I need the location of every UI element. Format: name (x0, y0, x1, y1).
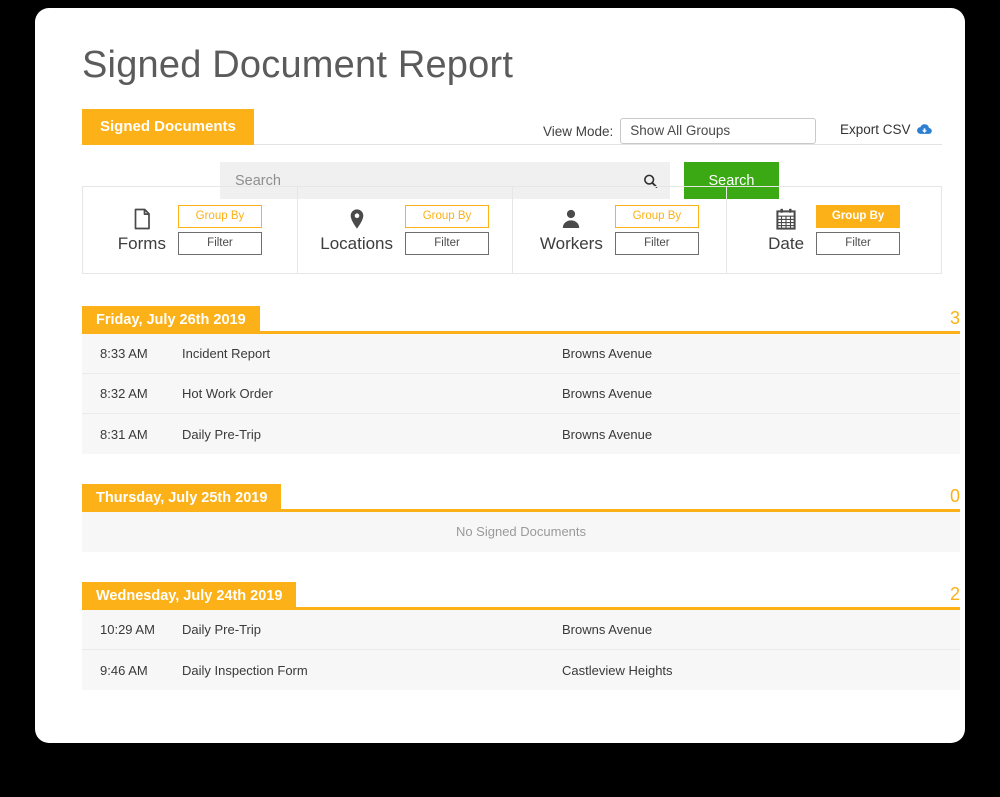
group-header: Friday, July 26th 2019 3 (82, 306, 965, 334)
facet-date-label: Date (768, 234, 804, 254)
row-location: Browns Avenue (562, 427, 960, 442)
report-card: Signed Document Report Signed Documents … (35, 8, 965, 743)
group-body: 8:33 AMIncident ReportBrowns Avenue8:32 … (82, 334, 960, 454)
group-count: 2 (950, 585, 960, 603)
table-row[interactable]: 8:32 AMHot Work OrderBrowns Avenue (82, 374, 960, 414)
facet-locations: Locations Group By Filter (297, 187, 512, 273)
row-form-name: Hot Work Order (182, 386, 562, 401)
facet-date-filter-button[interactable]: Filter (816, 232, 900, 255)
table-row[interactable]: 8:33 AMIncident ReportBrowns Avenue (82, 334, 960, 374)
person-icon (559, 207, 583, 231)
facet-forms-filter-button[interactable]: Filter (178, 232, 262, 255)
group-body: 10:29 AMDaily Pre-TripBrowns Avenue9:46 … (82, 610, 960, 690)
facet-date: Date Group By Filter (726, 187, 941, 273)
table-row[interactable]: 10:29 AMDaily Pre-TripBrowns Avenue (82, 610, 960, 650)
row-time: 10:29 AM (100, 622, 182, 637)
map-pin-icon (345, 207, 369, 231)
group-header: Wednesday, July 24th 2019 2 (82, 582, 965, 610)
row-location: Browns Avenue (562, 346, 960, 361)
document-group: Thursday, July 25th 2019 0 No Signed Docum… (82, 484, 965, 552)
page-title: Signed Document Report (82, 44, 513, 87)
facet-workers: Workers Group By Filter (512, 187, 727, 273)
row-form-name: Daily Inspection Form (182, 663, 562, 678)
row-location: Browns Avenue (562, 386, 960, 401)
row-time: 8:32 AM (100, 386, 182, 401)
facet-workers-filter-button[interactable]: Filter (615, 232, 699, 255)
row-location: Castleview Heights (562, 663, 960, 678)
table-row[interactable]: 8:31 AMDaily Pre-TripBrowns Avenue (82, 414, 960, 454)
facet-forms-group-by-button[interactable]: Group By (178, 205, 262, 228)
facet-date-identity: Date (768, 207, 804, 254)
facet-forms: Forms Group By Filter (83, 187, 297, 273)
row-time: 9:46 AM (100, 663, 182, 678)
document-group: Wednesday, July 24th 2019210:29 AMDaily … (82, 582, 965, 690)
export-csv-label: Export CSV (840, 122, 911, 137)
export-csv-button[interactable]: Export CSV (840, 122, 932, 137)
document-icon (130, 207, 154, 231)
facet-forms-buttons: Group By Filter (178, 205, 262, 255)
tab-signed-documents[interactable]: Signed Documents (82, 109, 254, 145)
cloud-download-icon (917, 123, 932, 136)
facet-locations-identity: Locations (320, 207, 393, 254)
group-header: Thursday, July 25th 2019 0 (82, 484, 965, 512)
calendar-icon (774, 207, 798, 231)
facet-locations-label: Locations (320, 234, 393, 254)
view-mode-select[interactable]: Show All Groups (620, 118, 816, 144)
table-row[interactable]: 9:46 AMDaily Inspection FormCastleview H… (82, 650, 960, 690)
group-count: 3 (950, 309, 960, 327)
facet-workers-buttons: Group By Filter (615, 205, 699, 255)
facet-date-buttons: Group By Filter (816, 205, 900, 255)
facet-bar: Forms Group By Filter Locations Group By (82, 186, 942, 274)
group-title[interactable]: Wednesday, July 24th 2019 (82, 582, 296, 610)
facet-forms-identity: Forms (118, 207, 166, 254)
facet-date-group-by-button[interactable]: Group By (816, 205, 900, 228)
facet-locations-buttons: Group By Filter (405, 205, 489, 255)
group-body: No Signed Documents (82, 512, 960, 552)
group-title[interactable]: Friday, July 26th 2019 (82, 306, 260, 334)
view-mode-control: View Mode: Show All Groups (543, 118, 816, 144)
group-title[interactable]: Thursday, July 25th 2019 (82, 484, 281, 512)
group-count: 0 (950, 487, 960, 505)
row-form-name: Daily Pre-Trip (182, 622, 562, 637)
empty-state-message: No Signed Documents (82, 512, 960, 552)
row-form-name: Incident Report (182, 346, 562, 361)
facet-locations-group-by-button[interactable]: Group By (405, 205, 489, 228)
facet-forms-label: Forms (118, 234, 166, 254)
row-location: Browns Avenue (562, 622, 960, 637)
document-group-list: Friday, July 26th 2019 3 8:33 AMIncident R… (82, 306, 965, 720)
facet-workers-group-by-button[interactable]: Group By (615, 205, 699, 228)
row-form-name: Daily Pre-Trip (182, 427, 562, 442)
row-time: 8:33 AM (100, 346, 182, 361)
facet-workers-identity: Workers (540, 207, 603, 254)
facet-workers-label: Workers (540, 234, 603, 254)
view-mode-label: View Mode: (543, 124, 613, 139)
document-group: Friday, July 26th 2019 3 8:33 AMIncident R… (82, 306, 965, 454)
facet-locations-filter-button[interactable]: Filter (405, 232, 489, 255)
row-time: 8:31 AM (100, 427, 182, 442)
